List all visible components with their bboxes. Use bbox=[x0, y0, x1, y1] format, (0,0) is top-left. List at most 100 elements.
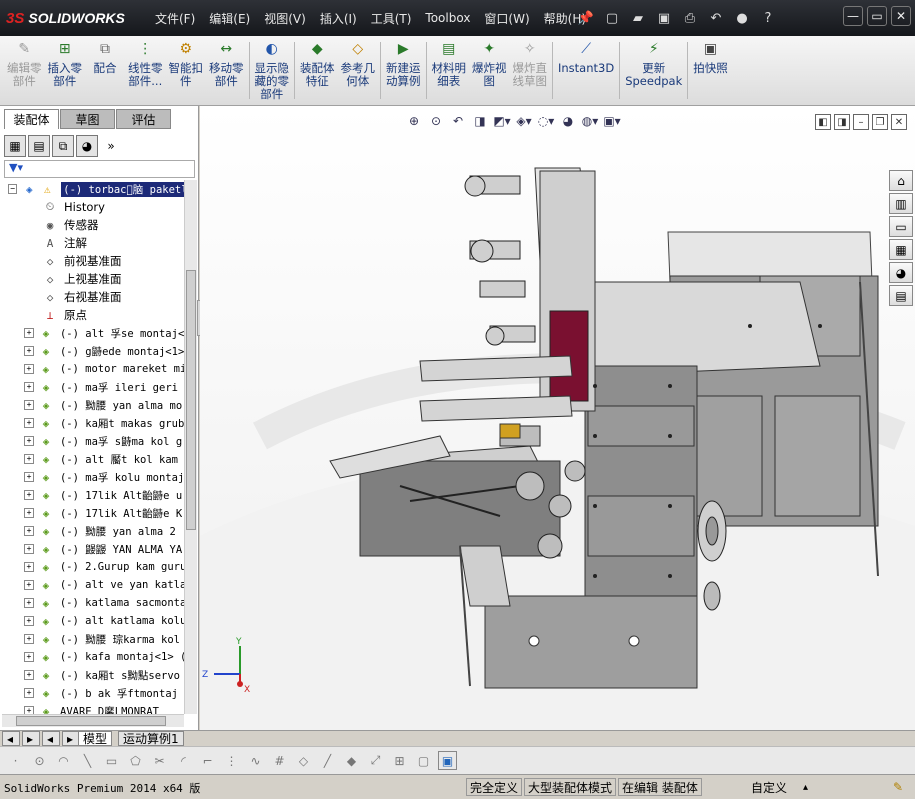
print-icon[interactable]: ⎙ bbox=[679, 7, 701, 29]
menu-item[interactable]: 文件(F) bbox=[148, 10, 202, 27]
trim-icon[interactable]: ✂ bbox=[150, 751, 169, 770]
close-button[interactable]: ✕ bbox=[891, 6, 911, 26]
point-icon[interactable]: · bbox=[6, 751, 25, 770]
expand-toggle[interactable]: + bbox=[24, 652, 34, 662]
close-icon[interactable]: ✕ bbox=[891, 114, 907, 130]
tree-component[interactable]: + ◈ (-) 黝腰 yan alma mo bbox=[2, 396, 184, 414]
expand-toggle[interactable]: + bbox=[24, 706, 34, 714]
tree-component[interactable]: + ◈ (-) katlama sacmonta bbox=[2, 594, 184, 612]
tree-component[interactable]: + ◈ (-) ma孚 kolu montaj bbox=[2, 468, 184, 486]
pin-icon[interactable]: 📌 bbox=[575, 7, 597, 29]
tree-component[interactable]: + ◈ (-) alt 靨t kol kam bbox=[2, 450, 184, 468]
scroll-first-icon[interactable]: ◂ bbox=[42, 731, 60, 746]
shaded-cube-icon[interactable]: ▣ bbox=[438, 751, 457, 770]
status-units[interactable]: 自定义 bbox=[748, 778, 790, 796]
spline-icon[interactable]: ∿ bbox=[246, 751, 265, 770]
tree-component[interactable]: + ◈ (-) 鼹鼹 YAN ALMA YA bbox=[2, 540, 184, 558]
sketch-fillet-icon[interactable]: ◜ bbox=[174, 751, 193, 770]
home-icon[interactable]: ⌂ bbox=[889, 170, 913, 191]
tree-feature[interactable]: ◇ 右视基准面 bbox=[2, 288, 184, 306]
smart-fasteners-button[interactable]: ⚙ 智能扣 件 bbox=[166, 36, 207, 105]
rectangle-icon[interactable]: ▭ bbox=[102, 751, 121, 770]
grid-icon[interactable]: # bbox=[270, 751, 289, 770]
tab-2[interactable]: 评估 bbox=[116, 109, 171, 129]
menu-item[interactable]: 工具(T) bbox=[364, 10, 419, 27]
collapse-toggle[interactable]: − bbox=[8, 184, 18, 194]
tree-component[interactable]: + ◈ (-) ma孚 s鼭ma kol g bbox=[2, 432, 184, 450]
scroll-right-icon[interactable]: ▸ bbox=[22, 731, 40, 746]
tree-component[interactable]: + ◈ (-) alt 孚se montaj< bbox=[2, 324, 184, 342]
zoom-to-fit-icon[interactable]: ⊕ bbox=[405, 112, 423, 130]
help-icon[interactable]: ? bbox=[757, 7, 779, 29]
configuration-manager-icon[interactable]: ⧉ bbox=[52, 135, 74, 157]
tree-feature[interactable]: ⏲ History bbox=[2, 198, 184, 216]
tree-component[interactable]: + ◈ (-) alt ve yan katla bbox=[2, 576, 184, 594]
linear-pattern-button[interactable]: ⋮ 线性零 部件... bbox=[125, 36, 166, 105]
expand-toggle[interactable]: + bbox=[24, 688, 34, 698]
expand-toggle[interactable]: + bbox=[24, 670, 34, 680]
tree-component[interactable]: + ◈ (-) ma孚 ileri geri bbox=[2, 378, 184, 396]
explode-line-sketch-button[interactable]: ✧ 爆炸直 线草图 bbox=[510, 36, 551, 105]
tree-root-assembly[interactable]: − ◈ ⚠ (-) torbac 脑 paketle bbox=[2, 180, 184, 198]
polygon-icon[interactable]: ⬠ bbox=[126, 751, 145, 770]
tab-model[interactable]: 模型 bbox=[78, 731, 113, 746]
expand-toggle[interactable]: + bbox=[24, 580, 34, 590]
tree-feature[interactable]: ⊥ 原点 bbox=[2, 306, 184, 324]
tree-component[interactable]: + ◈ (-) ka厢t makas grub bbox=[2, 414, 184, 432]
speedpak-button[interactable]: ⚡ 更新 Speedpak bbox=[622, 36, 685, 105]
expand-toggle[interactable]: + bbox=[24, 346, 34, 356]
expand-toggle[interactable]: + bbox=[24, 490, 34, 500]
menu-item[interactable]: 视图(V) bbox=[257, 10, 313, 27]
tile-left-icon[interactable]: ◧ bbox=[815, 114, 831, 130]
restore-button[interactable]: ▭ bbox=[867, 6, 887, 26]
view-settings-icon[interactable]: ▣▾ bbox=[603, 112, 621, 130]
new-document-icon[interactable]: ▢ bbox=[601, 7, 623, 29]
tree-feature[interactable]: A 注解 bbox=[2, 234, 184, 252]
restore-icon[interactable]: ❐ bbox=[872, 114, 888, 130]
display-style-icon[interactable]: ◈▾ bbox=[515, 112, 533, 130]
tab-0[interactable]: 装配体 bbox=[4, 109, 59, 129]
undo-icon[interactable]: ↶ bbox=[705, 7, 727, 29]
graphics-area[interactable]: Y Z X ⊕ ⊙ ↶ ◨ ◩▾ ◈▾ ◌▾ ◕ ◍▾ ▣▾ ◧ ◨ – ❐ ✕… bbox=[200, 106, 915, 746]
view-palette-icon[interactable]: ▦ bbox=[889, 239, 913, 260]
menu-item[interactable]: 窗口(W) bbox=[477, 10, 536, 27]
file-explorer-icon[interactable]: ▭ bbox=[889, 216, 913, 237]
plane-icon[interactable]: ◇ bbox=[294, 751, 313, 770]
tree-feature[interactable]: ◉ 传感器 bbox=[2, 216, 184, 234]
quick-tips-icon[interactable]: ✎ bbox=[890, 778, 906, 796]
expand-toggle[interactable]: + bbox=[24, 400, 34, 410]
custom-properties-icon[interactable]: ▤ bbox=[889, 285, 913, 306]
expand-toggle[interactable]: + bbox=[24, 382, 34, 392]
model-viewport[interactable]: Y Z X bbox=[200, 106, 915, 746]
menu-item[interactable]: 编辑(E) bbox=[202, 10, 257, 27]
tree-component[interactable]: + ◈ (-) ka厢t s黝點servo bbox=[2, 666, 184, 684]
property-manager-icon[interactable]: ▤ bbox=[28, 135, 50, 157]
expand-toggle[interactable]: + bbox=[24, 418, 34, 428]
solidworks-logo[interactable]: 3S SOLIDWORKS bbox=[6, 6, 125, 30]
expand-toggle[interactable]: + bbox=[24, 454, 34, 464]
exploded-view-button[interactable]: ✦ 爆炸视 图 bbox=[469, 36, 510, 105]
axis-icon[interactable]: ╱ bbox=[318, 751, 337, 770]
expand-toggle[interactable]: + bbox=[24, 634, 34, 644]
tree-feature[interactable]: ◇ 前视基准面 bbox=[2, 252, 184, 270]
expand-toggle[interactable]: + bbox=[24, 598, 34, 608]
expand-icon[interactable]: » bbox=[100, 135, 122, 157]
menu-item[interactable]: Toolbox bbox=[418, 11, 477, 25]
tree-component[interactable]: + ◈ (-) 黝腰 琮karma kol bbox=[2, 630, 184, 648]
tree-component[interactable]: + ◈ AVARE D黁LMONRAT bbox=[2, 702, 184, 714]
insert-component-button[interactable]: ⊞ 插入零 部件 bbox=[45, 36, 86, 105]
tree-component[interactable]: + ◈ (-) 17lik Alt齝鼭e K bbox=[2, 504, 184, 522]
expand-toggle[interactable]: + bbox=[24, 436, 34, 446]
save-icon[interactable]: ▣ bbox=[653, 7, 675, 29]
move-component-button[interactable]: ↔ 移动零 部件 bbox=[206, 36, 247, 105]
design-library-icon[interactable]: ▥ bbox=[889, 193, 913, 214]
tree-component[interactable]: + ◈ (-) 17lik Alt齝鼭e u bbox=[2, 486, 184, 504]
expand-toggle[interactable]: + bbox=[24, 364, 34, 374]
zoom-to-area-icon[interactable]: ⊙ bbox=[427, 112, 445, 130]
box-icon[interactable]: ▢ bbox=[414, 751, 433, 770]
component-icon[interactable]: ◆ bbox=[342, 751, 361, 770]
tree-vertical-scrollbar[interactable] bbox=[184, 180, 197, 714]
scroll-thumb[interactable] bbox=[16, 716, 166, 726]
expand-toggle[interactable]: + bbox=[24, 616, 34, 626]
minimize-icon[interactable]: – bbox=[853, 114, 869, 130]
